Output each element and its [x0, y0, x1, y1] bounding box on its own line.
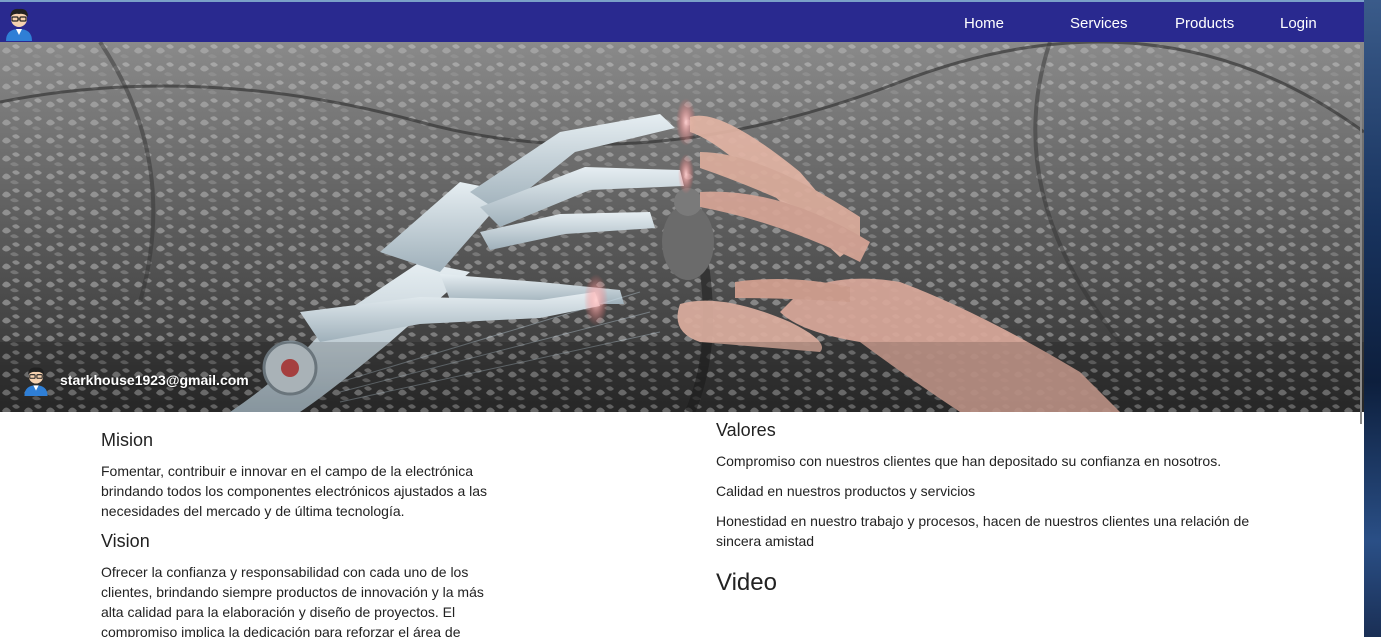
valores-item: Calidad en nuestros productos y servicio… [716, 483, 976, 499]
left-column: Mision Fomentar, contribuir e innovar en… [101, 430, 501, 637]
nav-link-home[interactable]: Home [964, 15, 1004, 32]
mision-title: Mision [101, 430, 154, 450]
desktop-background [1364, 0, 1381, 637]
nav-link-products[interactable]: Products [1175, 15, 1234, 32]
vision-title: Vision [101, 531, 150, 551]
valores-item: Honestidad en nuestro trabajo y procesos… [716, 513, 1250, 549]
top-navbar: Home Services Products Login [0, 0, 1364, 42]
valores-title: Valores [716, 420, 776, 440]
video-title: Video [716, 569, 777, 596]
hero-user-badge: starkhouse1923@gmail.com [20, 364, 249, 396]
avatar-icon[interactable] [2, 5, 36, 41]
web-page: Home Services Products Login starkhouse1… [0, 0, 1364, 637]
user-email: starkhouse1923@gmail.com [60, 372, 249, 388]
avatar-icon [24, 367, 48, 396]
vision-text: Ofrecer la confianza y responsabilidad c… [101, 564, 484, 637]
hero-image [0, 42, 1364, 412]
hero-banner: starkhouse1923@gmail.com [0, 42, 1364, 412]
nav-link-login[interactable]: Login [1280, 15, 1317, 32]
valores-item: Compromiso con nuestros clientes que han… [716, 453, 1222, 469]
right-column: Valores Compromiso con nuestros clientes… [716, 420, 1276, 597]
mision-text: Fomentar, contribuir e innovar en el cam… [101, 463, 488, 519]
scrollbar[interactable] [1360, 42, 1362, 424]
nav-link-services[interactable]: Services [1070, 15, 1128, 32]
